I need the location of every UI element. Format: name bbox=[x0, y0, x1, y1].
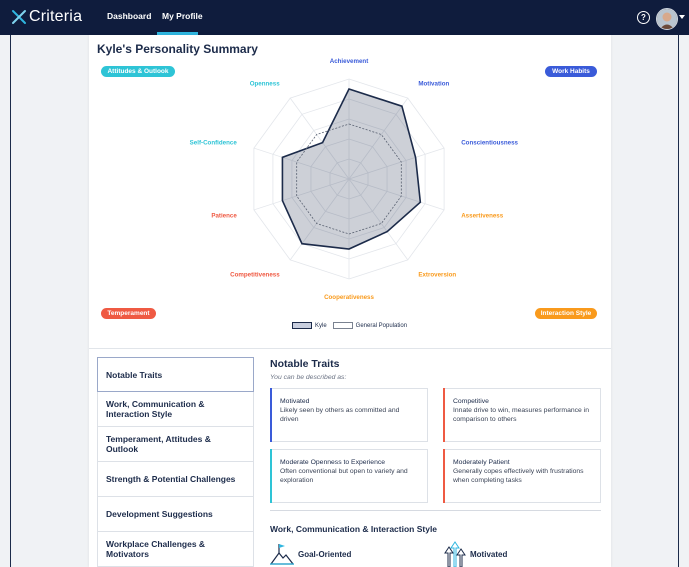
trait-title: Moderate Openness to Experience bbox=[280, 459, 386, 466]
section-sidebar: Notable Traits Work, Communication & Int… bbox=[97, 357, 254, 567]
trait-description: Often conventional but open to variety a… bbox=[280, 468, 408, 484]
trait-card-openness: Moderate Openness to Experience Often co… bbox=[270, 449, 428, 503]
user-photo-icon bbox=[657, 9, 677, 29]
category-attitudes-badge: Attitudes & Outlook bbox=[101, 66, 175, 77]
notable-traits-subtitle: You can be described as: bbox=[270, 374, 347, 381]
criteria-logo[interactable]: Criteria bbox=[11, 8, 82, 26]
trait-title: Competitive bbox=[453, 398, 489, 405]
sidebar-item-development[interactable]: Development Suggestions bbox=[97, 497, 254, 532]
trait-card-competitive: Competitive Innate drive to win, measure… bbox=[443, 388, 601, 442]
frame-border-right bbox=[678, 35, 679, 567]
sidebar-item-notable-traits[interactable]: Notable Traits bbox=[97, 357, 254, 392]
trait-description: Innate drive to win, measures performanc… bbox=[453, 407, 590, 423]
nav-dashboard[interactable]: Dashboard bbox=[107, 11, 151, 21]
sidebar-item-label: Work, Communication & Interaction Style bbox=[106, 399, 205, 419]
notable-traits-heading: Notable Traits bbox=[270, 358, 340, 370]
sidebar-item-strengths[interactable]: Strength & Potential Challenges bbox=[97, 462, 254, 497]
category-interaction-badge: Interaction Style bbox=[535, 308, 597, 319]
trait-description: Generally copes effectively with frustra… bbox=[453, 468, 584, 484]
trait-color-bar bbox=[270, 449, 272, 503]
sidebar-item-label: Workplace Challenges & Motivators bbox=[106, 539, 206, 559]
work-style-item-goal-oriented: Goal-Oriented bbox=[298, 550, 352, 559]
work-style-heading: Work, Communication & Interaction Style bbox=[270, 524, 438, 534]
work-style-item-motivated: Motivated bbox=[470, 550, 508, 559]
sidebar-item-workplace-challenges[interactable]: Workplace Challenges & Motivators bbox=[97, 532, 254, 567]
trait-color-bar bbox=[443, 449, 445, 503]
logo-text: Criteria bbox=[29, 8, 83, 25]
trait-card-motivated: Motivated Likely seen by others as commi… bbox=[270, 388, 428, 442]
trait-color-bar bbox=[443, 388, 445, 442]
legend-label-kyle: Kyle bbox=[315, 322, 327, 329]
chart-legend: Kyle General Population bbox=[292, 322, 407, 329]
nav-my-profile[interactable]: My Profile bbox=[162, 11, 203, 21]
sidebar-item-work-communication[interactable]: Work, Communication & Interaction Style bbox=[97, 392, 254, 427]
page-title: Kyle's Personality Summary bbox=[97, 42, 258, 56]
criteria-x-icon bbox=[12, 10, 26, 24]
help-icon[interactable]: ? bbox=[637, 11, 650, 24]
sidebar-item-label: Strength & Potential Challenges bbox=[106, 474, 236, 484]
category-temperament-badge: Temperament bbox=[101, 308, 156, 319]
trait-title: Motivated bbox=[280, 398, 310, 405]
trait-color-bar bbox=[270, 388, 272, 442]
sidebar-item-temperament[interactable]: Temperament, Attitudes & Outlook bbox=[97, 427, 254, 462]
section-divider bbox=[89, 348, 611, 349]
category-work-habits-badge: Work Habits bbox=[545, 66, 597, 77]
flag-mountain-icon bbox=[270, 544, 294, 565]
section-divider-2 bbox=[270, 510, 601, 511]
trait-title: Moderately Patient bbox=[453, 459, 510, 466]
arrows-up-icon bbox=[444, 541, 466, 567]
legend-swatch-population bbox=[332, 322, 353, 329]
legend-label-population: General Population bbox=[355, 322, 408, 329]
legend-swatch-kyle bbox=[292, 322, 312, 329]
sidebar-item-label: Temperament, Attitudes & Outlook bbox=[106, 434, 211, 454]
sidebar-item-label: Notable Traits bbox=[106, 369, 163, 380]
chevron-down-icon[interactable] bbox=[679, 15, 685, 19]
top-navbar: Criteria Dashboard My Profile ? bbox=[0, 0, 689, 35]
sidebar-item-label: Development Suggestions bbox=[106, 509, 213, 519]
trait-card-patient: Moderately Patient Generally copes effec… bbox=[443, 449, 601, 503]
avatar[interactable] bbox=[656, 8, 678, 30]
frame-border-left bbox=[10, 35, 11, 567]
trait-description: Likely seen by others as committed and d… bbox=[280, 407, 400, 423]
